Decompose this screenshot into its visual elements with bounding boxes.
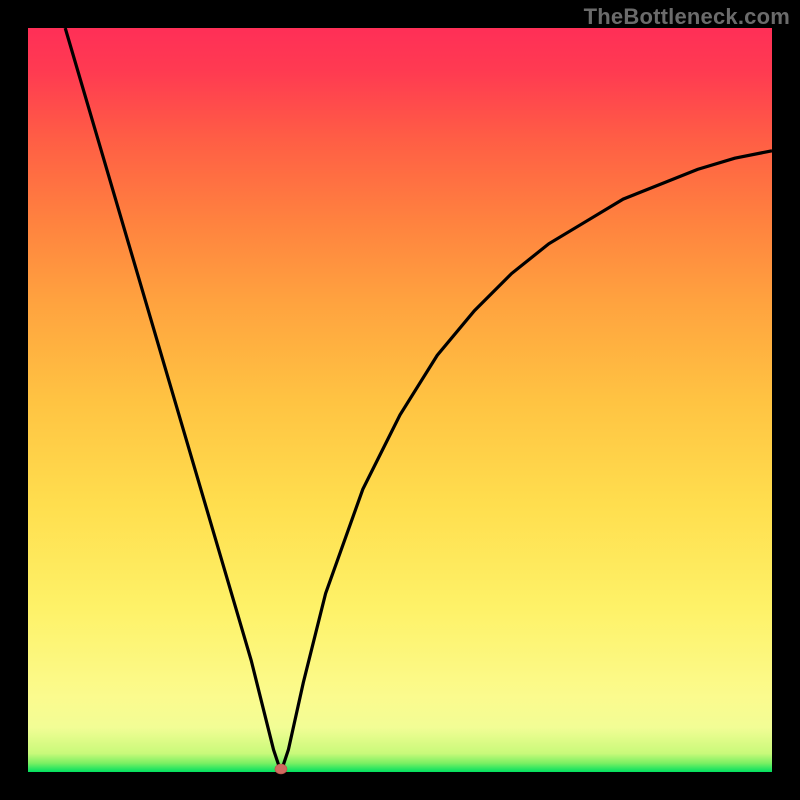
optimal-marker xyxy=(275,764,287,774)
bottleneck-curve xyxy=(65,28,772,772)
chart-frame: TheBottleneck.com xyxy=(0,0,800,800)
plot-area xyxy=(28,28,772,772)
watermark-text: TheBottleneck.com xyxy=(584,4,790,30)
curve-layer xyxy=(28,28,772,772)
